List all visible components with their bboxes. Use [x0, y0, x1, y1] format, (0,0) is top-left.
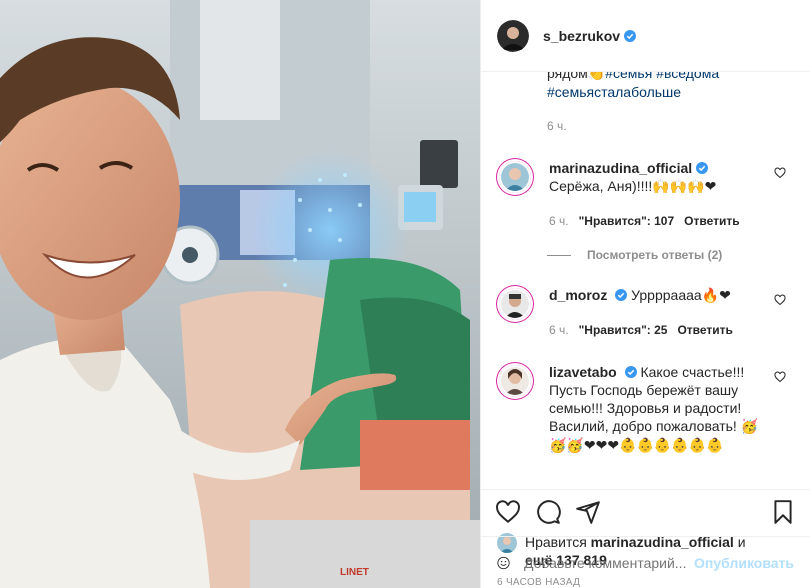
- hashtag-link[interactable]: #семьясталабольше: [547, 84, 681, 100]
- comment-time[interactable]: 6 ч.: [549, 321, 569, 339]
- caption-emoji: 👏: [587, 72, 606, 82]
- verified-badge-icon: [624, 366, 637, 378]
- post-header: s_bezrukov: [481, 0, 810, 72]
- add-comment-bar: Опубликовать: [481, 536, 810, 588]
- verified-badge-icon: [696, 162, 709, 174]
- caption-text: рядом: [547, 72, 588, 81]
- comment-bubble-icon[interactable]: [535, 499, 561, 525]
- reply-button[interactable]: Ответить: [677, 321, 732, 339]
- comment-likes[interactable]: "Нравится": 25: [579, 321, 668, 339]
- commenter-username[interactable]: lizavetabo: [549, 364, 617, 380]
- commenter-username[interactable]: d_moroz: [549, 287, 607, 303]
- comment-time[interactable]: 6 ч.: [549, 212, 569, 230]
- commenter-avatar[interactable]: [499, 365, 531, 397]
- post-photo[interactable]: LINET: [0, 0, 480, 588]
- photo-illustration: LINET: [0, 0, 480, 588]
- comment-likes[interactable]: "Нравится": 107: [579, 212, 675, 230]
- caption-tail: рядом👏#семья #вседома #семьясталабольше …: [481, 72, 810, 135]
- commenter-avatar[interactable]: [499, 161, 531, 193]
- hashtag-link[interactable]: #семья: [605, 72, 652, 81]
- comment-emoji: 🔥❤: [701, 288, 731, 304]
- view-replies-label: Посмотреть ответы (2): [587, 248, 723, 262]
- comment-like-icon[interactable]: [774, 294, 786, 306]
- reply-button[interactable]: Ответить: [684, 212, 739, 230]
- like-heart-icon[interactable]: [495, 499, 521, 525]
- post-side-panel: s_bezrukov рядом👏#семья #вседома #семьяс…: [480, 0, 810, 588]
- publish-button[interactable]: Опубликовать: [694, 555, 794, 571]
- view-replies-button[interactable]: Посмотреть ответы (2): [547, 248, 810, 262]
- comment-item: marinazudina_official Серёжа, Аня)!!!!🙌🙌…: [481, 159, 810, 230]
- bookmark-icon[interactable]: [770, 499, 796, 525]
- verified-badge-icon: [615, 289, 628, 301]
- svg-text:LINET: LINET: [340, 567, 369, 578]
- verified-badge-icon: [624, 29, 637, 42]
- comments-list[interactable]: рядом👏#семья #вседома #семьясталабольше …: [481, 72, 810, 489]
- emoji-picker-icon[interactable]: [497, 551, 510, 575]
- comment-like-icon[interactable]: [774, 371, 786, 383]
- comment-item: lizavetabo Какое счастье!!! Пусть Господ…: [481, 363, 810, 455]
- commenter-avatar[interactable]: [499, 288, 531, 320]
- comment-text: Уррррaaaa: [631, 287, 702, 303]
- comment-item: d_moroz Уррррaaaa🔥❤ 6 ч. "Нравится": 25 …: [481, 286, 810, 339]
- comment-like-icon[interactable]: [774, 167, 786, 179]
- caption-time[interactable]: 6 ч.: [547, 117, 790, 135]
- post-actions-bar: [481, 489, 810, 533]
- share-direct-icon[interactable]: [575, 499, 601, 525]
- add-comment-input[interactable]: [524, 554, 695, 571]
- comment-emoji: 🙌🙌🙌❤: [652, 179, 717, 195]
- replies-divider: [547, 254, 571, 256]
- comment-text: Серёжа, Аня)!!!!: [549, 178, 653, 194]
- author-avatar[interactable]: [497, 19, 529, 52]
- hashtag-link[interactable]: #вседома: [656, 72, 719, 81]
- commenter-username[interactable]: marinazudina_official: [549, 160, 692, 176]
- author-username[interactable]: s_bezrukov: [543, 28, 620, 44]
